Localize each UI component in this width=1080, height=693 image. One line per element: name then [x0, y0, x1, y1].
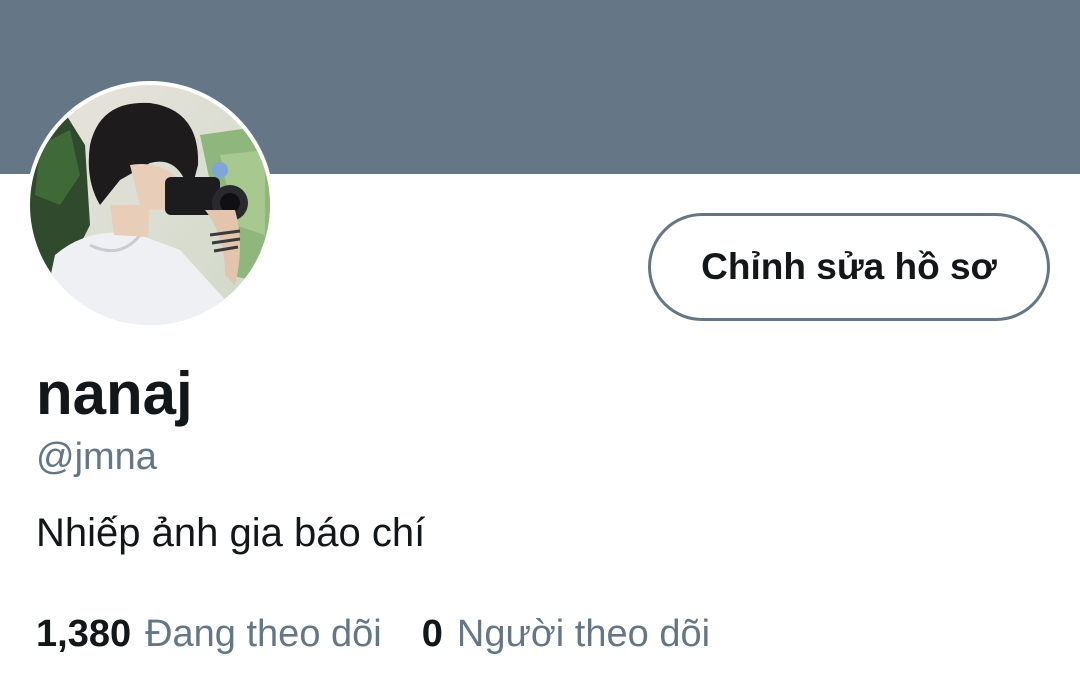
avatar-photo: [30, 85, 270, 325]
follow-stats: 1,380 Đang theo dõi 0 Người theo dõi: [36, 609, 710, 659]
display-name: nanaj: [36, 360, 193, 427]
followers-label: Người theo dõi: [456, 613, 711, 655]
avatar[interactable]: [26, 81, 274, 329]
following-count: 1,380: [36, 613, 132, 655]
following-stat[interactable]: 1,380 Đang theo dõi: [36, 609, 382, 659]
user-handle: @jmna: [36, 436, 157, 478]
following-label: Đang theo dõi: [145, 613, 382, 655]
followers-stat[interactable]: 0 Người theo dõi: [422, 609, 710, 659]
followers-count: 0: [421, 613, 443, 655]
profile-bio: Nhiếp ảnh gia báo chí: [36, 511, 426, 555]
edit-profile-button[interactable]: Chỉnh sửa hồ sơ: [648, 213, 1050, 321]
